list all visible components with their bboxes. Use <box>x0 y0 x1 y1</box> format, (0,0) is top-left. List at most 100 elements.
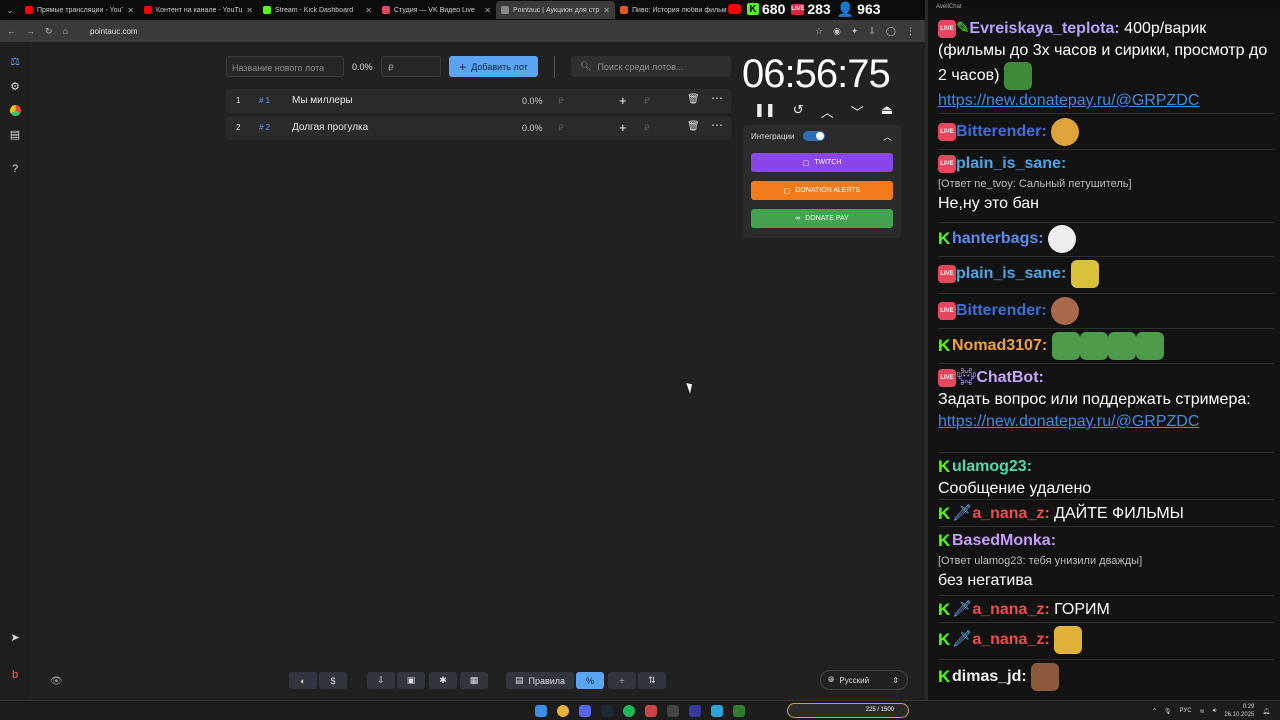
donate-link[interactable]: https://new.donatepay.ru/@GRPZDC <box>938 92 1199 109</box>
pause-icon[interactable]: ❚❚ <box>754 102 776 121</box>
telegram-icon[interactable] <box>711 705 723 717</box>
settings-icon[interactable]: ⚙ <box>8 79 22 93</box>
app-icon[interactable] <box>667 705 679 717</box>
add-lot-button[interactable]: + Добавить лот <box>449 56 538 77</box>
tab-search-icon[interactable]: ⌄ <box>0 5 20 16</box>
profile-icon[interactable]: ◯ <box>886 26 896 37</box>
globe-icon: 🌐︎ <box>828 675 835 684</box>
spotify-icon[interactable] <box>623 705 635 717</box>
lot-search-input[interactable]: 🔍︎ Поиск среди лотов... <box>571 56 731 77</box>
history-icon[interactable]: ▤ <box>8 127 22 141</box>
lot-percent: 0.0% <box>522 96 543 106</box>
app-icon[interactable] <box>733 705 745 717</box>
lot-add-amount-input[interactable]: ₽ <box>644 123 650 134</box>
mic-icon[interactable]: 🎙︎ <box>1164 708 1172 715</box>
add-amount-icon[interactable]: + <box>619 120 627 135</box>
close-tab-icon[interactable]: ✕ <box>484 6 491 15</box>
donate-link[interactable]: https://new.donatepay.ru/@GRPZDC <box>938 413 1199 430</box>
chat-title-bar: AveliChat <box>928 0 1280 14</box>
star-icon[interactable]: ☆ <box>815 26 823 37</box>
stream-stats: K 680 LIVE 283 👤 963 <box>728 0 881 18</box>
discord-icon[interactable] <box>579 705 591 717</box>
tab-4[interactable]: Pointauc | Аукцион для стрима✕ <box>496 1 615 19</box>
sort-icon[interactable]: ⇅ <box>638 672 666 689</box>
chevron-up-icon[interactable]: ^ <box>1153 708 1156 714</box>
vk-icon <box>382 6 390 14</box>
wheel-icon[interactable] <box>8 103 22 117</box>
add-amount-icon[interactable]: + <box>619 93 627 108</box>
reset-icon[interactable]: ↺ <box>793 102 804 121</box>
emote <box>1051 332 1080 360</box>
tab-1[interactable]: Контент на канале - YouTube ✕ <box>139 1 258 19</box>
more-icon[interactable]: ⋯ <box>711 118 723 132</box>
donate-icon[interactable]: $ <box>319 672 347 689</box>
download-icon[interactable]: ⇩ <box>868 26 876 37</box>
integrations-toggle[interactable] <box>803 131 825 141</box>
bell-icon[interactable]: 🔔︎ <box>1262 708 1270 715</box>
new-lot-amount-input[interactable]: ₽ <box>381 56 441 77</box>
lot-name[interactable]: Мы миллеры <box>292 95 353 106</box>
lot-amount: ₽ <box>558 96 564 106</box>
back-icon[interactable]: ← <box>7 26 16 37</box>
taskbar: 225 / 1500 ^ 🎙︎ РУС ≋ 🔊︎ 0:29 26.10.2025 … <box>0 700 1280 720</box>
chat-message: LIVE plain_is_sane: [Ответ ne_tvoy: Сальн… <box>938 153 1274 223</box>
volume-icon[interactable]: 🔊︎ <box>1213 708 1217 715</box>
new-lot-name-input[interactable]: Название нового лота <box>226 56 344 77</box>
home-icon[interactable]: ⌂ <box>63 26 68 37</box>
tab-5[interactable]: Пиво: История любви фильм <box>615 1 734 19</box>
donation-alerts-button[interactable]: ▢ DONATION ALERTS <box>751 181 893 200</box>
help-icon[interactable]: ? <box>8 162 22 176</box>
viewers-count: 963 <box>857 1 881 17</box>
wifi-icon[interactable]: ≋ <box>1200 708 1205 715</box>
lot-add-amount-input[interactable]: ₽ <box>644 96 650 107</box>
tab-0[interactable]: Прямые трансляции - YouTube✕ <box>20 1 139 19</box>
twitch-button[interactable]: ▢ TWITCH <box>751 153 893 172</box>
auction-icon[interactable]: ⚖ <box>8 54 22 68</box>
close-tab-icon[interactable]: ✕ <box>365 6 372 15</box>
download-icon[interactable]: ⇩ <box>367 672 395 689</box>
puzzle-icon[interactable]: ✦ <box>851 26 859 37</box>
telegram-icon[interactable]: ➤ <box>8 630 22 644</box>
steam-icon[interactable] <box>601 705 613 717</box>
forward-icon[interactable]: → <box>26 26 35 37</box>
save-icon[interactable]: ▣ <box>397 672 425 689</box>
url-field[interactable]: pointauc.com <box>90 27 815 36</box>
reload-icon[interactable]: ↻ <box>45 26 53 37</box>
bug-icon[interactable]: ✱ <box>429 672 457 689</box>
chevron-up-icon[interactable]: ︿ <box>883 130 892 143</box>
vk-live-icon: LIVE <box>938 368 956 387</box>
delete-icon[interactable]: 🗑︎ <box>687 121 700 132</box>
percent-icon[interactable]: % <box>576 672 604 689</box>
more-icon[interactable]: ⋯ <box>711 91 723 105</box>
chevron-up-icon[interactable]: ︿ <box>821 102 834 121</box>
chat-window: AveliChat LIVE ✎Evreiskaya_teplota: 400р/… <box>925 0 1280 700</box>
rules-button[interactable]: ▤ Правила <box>506 672 574 689</box>
close-tab-icon[interactable]: ✕ <box>127 6 134 15</box>
github-icon[interactable]: ◐ <box>289 672 317 689</box>
chrome-icon[interactable] <box>557 705 569 717</box>
app-icon[interactable] <box>645 705 657 717</box>
clock[interactable]: 0:29 26.10.2025 <box>1224 703 1254 719</box>
youtube-icon <box>144 6 152 14</box>
close-tab-icon[interactable]: ✕ <box>246 6 253 15</box>
eject-icon[interactable]: ⏏ <box>881 102 893 121</box>
kick-icon: K <box>747 3 759 15</box>
donation-alerts-icon: ▢ <box>783 187 791 195</box>
close-tab-icon[interactable]: ✕ <box>603 6 610 15</box>
extension-icon[interactable]: ◉ <box>833 26 841 37</box>
language-select[interactable]: 🌐︎ Русский ⇕ <box>820 670 908 690</box>
archive-icon[interactable]: ▦ <box>460 672 488 689</box>
start-icon[interactable] <box>535 705 547 717</box>
film-icon <box>620 6 628 14</box>
boosty-icon[interactable]: b <box>8 668 22 682</box>
tab-2[interactable]: Stream - Kick Dashboard ✕ <box>258 1 377 19</box>
split-icon[interactable]: ÷ <box>608 672 636 689</box>
divider <box>554 56 555 78</box>
donatepay-button[interactable]: ∞ DONATE PAY <box>751 209 893 228</box>
lot-name[interactable]: Долгая прогулка <box>292 122 368 133</box>
delete-icon[interactable]: 🗑︎ <box>687 94 700 105</box>
chevron-down-icon[interactable]: ﹀ <box>851 102 864 121</box>
tab-3[interactable]: Студия — VK Видео Live ✕ <box>377 1 496 19</box>
app-icon[interactable] <box>689 705 701 717</box>
menu-icon[interactable]: ⋮ <box>906 26 915 37</box>
